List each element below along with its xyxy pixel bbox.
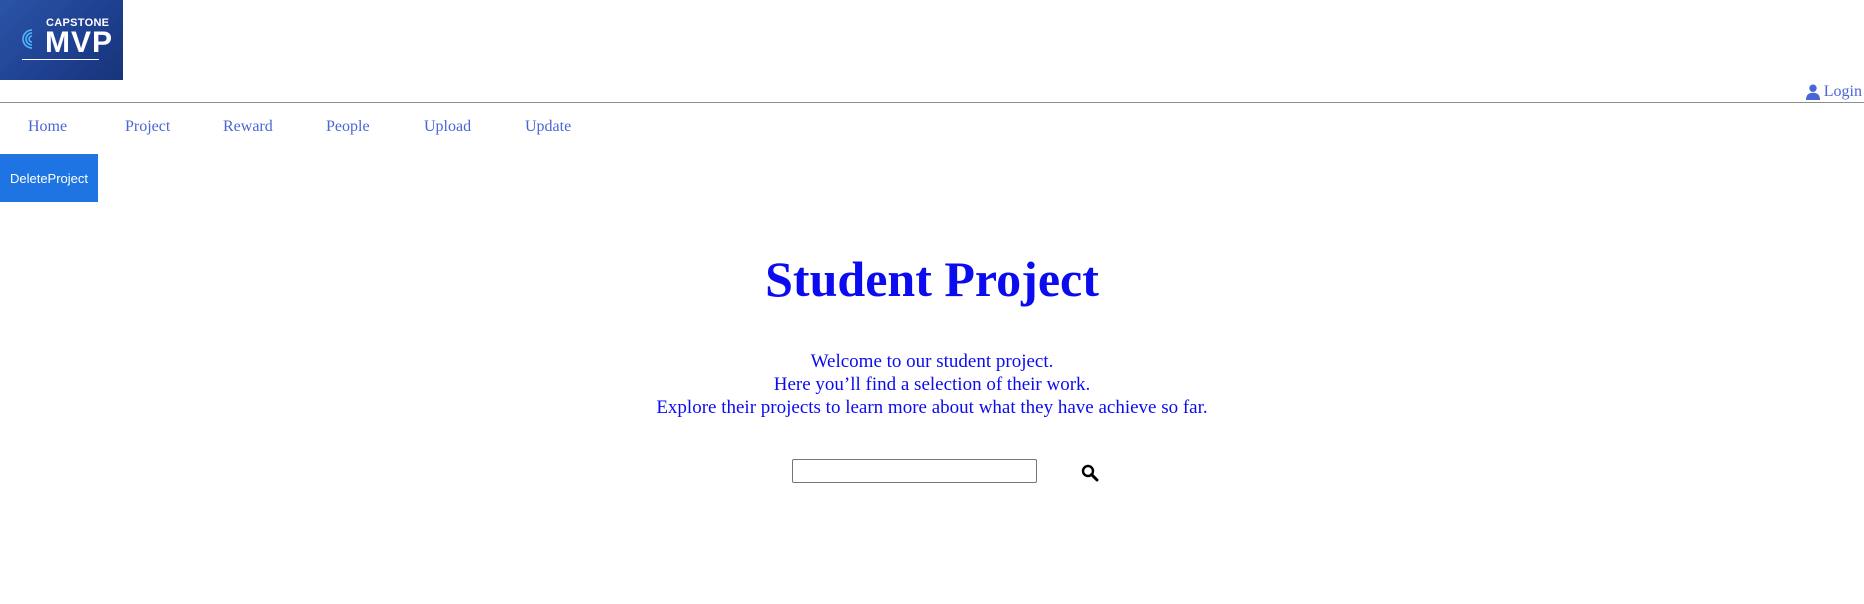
logo-underline xyxy=(22,59,99,60)
logo-main-text: MVP xyxy=(45,26,114,59)
search-icon[interactable] xyxy=(1081,464,1099,482)
nav-item-reward[interactable]: Reward xyxy=(223,118,273,136)
delete-project-button[interactable]: DeleteProject xyxy=(0,154,98,202)
nav-item-upload[interactable]: Upload xyxy=(424,118,471,136)
wave-rings-icon xyxy=(21,28,43,55)
nav-item-project[interactable]: Project xyxy=(125,118,170,136)
nav-item-home[interactable]: Home xyxy=(28,118,67,136)
intro-line-3: Explore their projects to learn more abo… xyxy=(656,397,1208,418)
page: CAPSTONE MVP Login Home Project Reward P… xyxy=(0,0,1864,604)
intro-line-2: Here you’ll find a selection of their wo… xyxy=(773,374,1091,395)
intro-text: Welcome to our student project. Here you… xyxy=(0,350,1864,419)
login-link[interactable]: Login xyxy=(1805,83,1862,101)
nav-item-update[interactable]: Update xyxy=(525,118,571,136)
nav-item-people[interactable]: People xyxy=(326,118,370,136)
intro-line-1: Welcome to our student project. xyxy=(810,351,1054,372)
logo[interactable]: CAPSTONE MVP xyxy=(0,0,123,80)
header: CAPSTONE MVP Login xyxy=(0,0,1864,103)
page-title: Student Project xyxy=(765,251,1099,307)
login-label: Login xyxy=(1823,83,1862,100)
search-input[interactable] xyxy=(792,459,1037,483)
user-icon xyxy=(1805,84,1820,100)
